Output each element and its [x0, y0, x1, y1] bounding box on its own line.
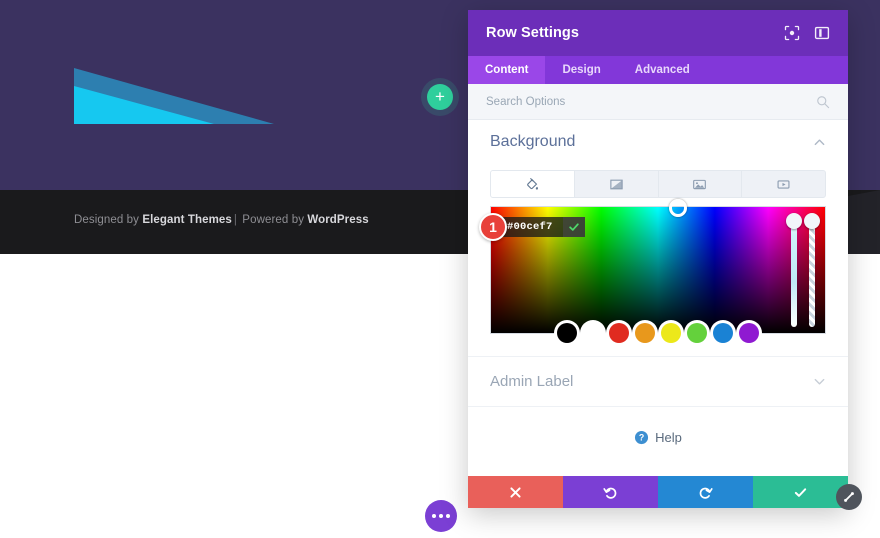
check-icon [794, 487, 807, 497]
redo-icon [699, 487, 713, 499]
image-icon [693, 179, 707, 189]
modal-body: Background 1 #00cef7 Admin Label ? Help [468, 120, 848, 476]
swatch-white[interactable] [583, 323, 603, 343]
footer-prefix: Designed by [74, 214, 143, 226]
saturation-handle[interactable] [669, 199, 687, 217]
screen: + Designed by Elegant Themes | Powered by… [0, 0, 880, 538]
footer-separator: | [233, 214, 238, 226]
modal-header-actions [784, 25, 830, 41]
color-swatches [491, 323, 825, 343]
video-icon [777, 179, 790, 189]
step-badge-1: 1 [479, 213, 507, 241]
search-options-bar [468, 84, 848, 120]
modal-tabs: Content Design Advanced [468, 56, 848, 84]
page-settings-fab[interactable] [425, 500, 457, 532]
row-settings-modal: Row Settings Content Design Advanced Sea… [468, 10, 848, 508]
cancel-button[interactable] [468, 476, 563, 508]
undo-icon [603, 487, 617, 499]
save-button[interactable] [753, 476, 848, 508]
modal-resize-handle[interactable] [836, 484, 862, 510]
background-section-header[interactable]: Background [468, 120, 848, 164]
hue-slider[interactable] [786, 213, 802, 327]
alpha-slider-track [809, 215, 815, 327]
resize-handle-icon [844, 492, 854, 502]
hex-value-box [497, 217, 585, 237]
modal-header: Row Settings [468, 10, 848, 56]
tab-content[interactable]: Content [468, 56, 546, 84]
footer-middle: Powered by [239, 214, 308, 226]
chevron-down-icon[interactable] [813, 375, 826, 388]
layout-view-icon[interactable] [814, 25, 830, 41]
chevron-up-icon[interactable] [813, 136, 826, 149]
redo-button[interactable] [658, 476, 753, 508]
swatch-green[interactable] [687, 323, 707, 343]
background-type-gradient[interactable] [575, 171, 659, 197]
add-row-button[interactable]: + [427, 84, 453, 110]
footer-brand-wordpress[interactable]: WordPress [307, 214, 368, 226]
swatch-black[interactable] [557, 323, 577, 343]
tab-design[interactable]: Design [545, 56, 617, 84]
site-logo [74, 68, 274, 130]
background-type-video[interactable] [742, 171, 825, 197]
search-input[interactable] [486, 95, 816, 108]
background-type-image[interactable] [659, 171, 743, 197]
ellipsis-dot-1 [432, 514, 436, 518]
swatch-purple[interactable] [739, 323, 759, 343]
background-type-tabs [490, 170, 826, 198]
help-label: Help [655, 429, 682, 445]
footer-brand-elegant-themes[interactable]: Elegant Themes [142, 214, 232, 226]
color-sliders [786, 213, 820, 327]
undo-button[interactable] [563, 476, 658, 508]
check-icon [569, 223, 579, 231]
hex-confirm-button[interactable] [563, 217, 585, 237]
footer-credit-text: Designed by Elegant Themes | Powered by W… [74, 214, 369, 226]
close-icon [510, 486, 521, 498]
search-icon[interactable] [816, 95, 830, 109]
swatch-red[interactable] [609, 323, 629, 343]
alpha-slider[interactable] [804, 213, 820, 327]
hue-slider-track [791, 215, 797, 327]
color-picker: 1 [479, 199, 826, 343]
help-link[interactable]: ? Help [468, 407, 848, 467]
swatch-yellow[interactable] [661, 323, 681, 343]
question-circle-icon: ? [635, 430, 649, 444]
modal-title: Row Settings [486, 25, 580, 41]
ellipsis-dot-2 [439, 514, 443, 518]
background-section-title: Background [490, 133, 576, 150]
gradient-icon [609, 179, 623, 189]
background-type-color[interactable] [491, 171, 575, 197]
admin-label-section-header[interactable]: Admin Label [468, 357, 848, 407]
add-row-plus-icon: + [435, 86, 445, 106]
paint-bucket-icon [527, 177, 538, 190]
tab-advanced[interactable]: Advanced [618, 56, 707, 84]
ellipsis-dot-3 [446, 514, 450, 518]
swatch-blue[interactable] [713, 323, 733, 343]
hue-slider-knob[interactable] [786, 213, 802, 229]
admin-label-title: Admin Label [490, 373, 574, 390]
fullscreen-icon[interactable] [784, 25, 800, 41]
swatch-orange[interactable] [635, 323, 655, 343]
modal-action-bar [468, 476, 848, 508]
alpha-slider-knob[interactable] [804, 213, 820, 229]
svg-text:?: ? [639, 432, 644, 442]
